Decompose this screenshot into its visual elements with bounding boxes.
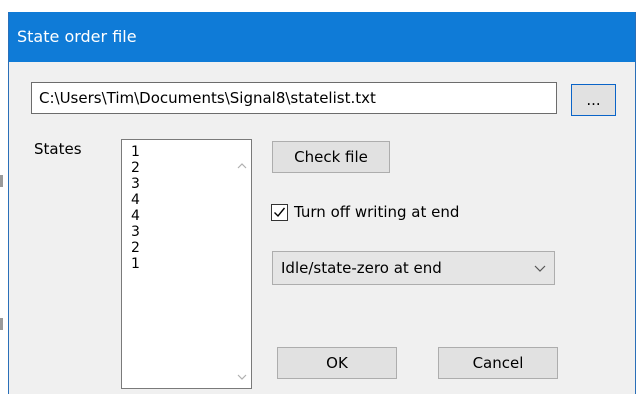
turn-off-writing-checkbox[interactable]: [271, 203, 288, 221]
chevron-down-icon: [532, 252, 548, 284]
check-file-button[interactable]: Check file: [272, 141, 390, 173]
ok-button[interactable]: OK: [277, 347, 397, 379]
list-item[interactable]: 3: [131, 176, 140, 192]
states-scrollbar[interactable]: [233, 140, 251, 388]
background-edge-mark: [0, 175, 3, 187]
states-listbox[interactable]: 1 2 3 4 4 3 2 1: [121, 139, 252, 389]
states-label: States: [34, 140, 82, 158]
end-state-dropdown[interactable]: Idle/state-zero at end: [272, 251, 555, 285]
state-order-dialog: State order file C:\Users\Tim\Documents\…: [8, 12, 636, 394]
turn-off-writing-label[interactable]: Turn off writing at end: [294, 203, 459, 221]
cancel-button[interactable]: Cancel: [438, 347, 558, 379]
chevron-up-icon[interactable]: [233, 158, 251, 174]
file-path-field[interactable]: C:\Users\Tim\Documents\Signal8\statelist…: [31, 82, 557, 114]
chevron-down-icon[interactable]: [233, 369, 251, 385]
list-item[interactable]: 1: [131, 256, 140, 272]
checkmark-icon: [274, 207, 286, 217]
dialog-title: State order file: [9, 12, 635, 62]
list-item[interactable]: 3: [131, 224, 140, 240]
list-item[interactable]: 2: [131, 240, 140, 256]
states-items: 1 2 3 4 4 3 2 1: [131, 144, 140, 272]
list-item[interactable]: 4: [131, 208, 140, 224]
background-edge-mark: [0, 318, 3, 330]
end-state-value: Idle/state-zero at end: [281, 259, 442, 277]
browse-button[interactable]: ...: [571, 84, 616, 116]
list-item[interactable]: 2: [131, 160, 140, 176]
list-item[interactable]: 1: [131, 144, 140, 160]
turn-off-writing-option[interactable]: Turn off writing at end: [271, 202, 459, 222]
list-item[interactable]: 4: [131, 192, 140, 208]
